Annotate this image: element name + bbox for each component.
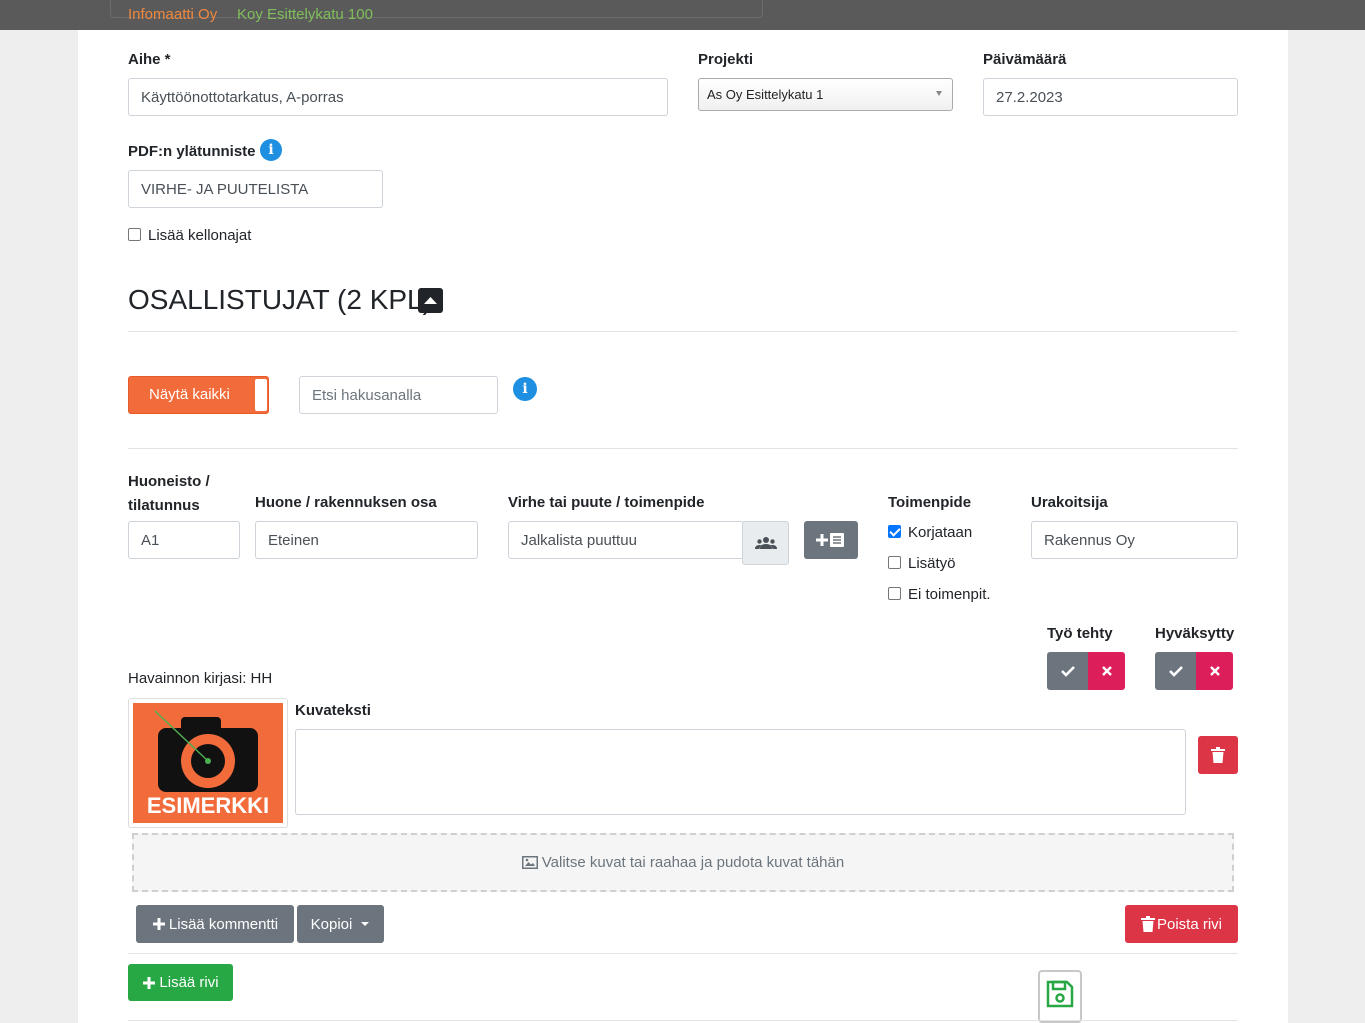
top-bar: Infomaatti Oy Koy Esittelykatu 100 [0, 0, 1365, 30]
pdf-header-input[interactable]: VIRHE- JA PUUTELISTA [128, 170, 383, 208]
project-label: Projekti [698, 51, 754, 68]
save-button[interactable] [1038, 970, 1082, 1023]
add-list-icon [816, 533, 844, 547]
divider [128, 953, 1238, 954]
delete-row-button[interactable]: Poista rivi [1125, 905, 1238, 943]
collapse-button[interactable] [418, 288, 443, 313]
add-comment-button[interactable]: Lisää kommentti [136, 905, 294, 943]
plus-icon [143, 976, 156, 989]
add-row-label: Lisää rivi [159, 974, 219, 991]
copy-dropdown-button[interactable]: Kopioi [297, 905, 384, 943]
show-all-toggle[interactable]: Näytä kaikki [128, 376, 269, 414]
divider [128, 448, 1238, 449]
action-label-korjataan: Korjataan [908, 524, 973, 541]
trash-icon [1211, 747, 1225, 763]
apartment-input[interactable]: A1 [128, 521, 240, 559]
add-row-button[interactable]: Lisää rivi [128, 964, 233, 1001]
caret-down-icon [361, 922, 370, 926]
apartment-label-line2: tilatunnus [128, 497, 200, 514]
select-people-button[interactable] [742, 521, 789, 565]
check-icon [1060, 666, 1075, 677]
subject-label: Aihe * [128, 51, 171, 68]
pdf-header-label: PDF:n ylätunniste [128, 143, 256, 160]
work-done-no-button[interactable] [1088, 652, 1125, 690]
approved-no-button[interactable] [1196, 652, 1233, 690]
room-input[interactable]: Eteinen [255, 521, 478, 559]
action-label-lisatyo: Lisätyö [908, 555, 956, 572]
date-label: Päivämäärä [983, 51, 1067, 68]
work-done-yes-button[interactable] [1047, 652, 1088, 690]
image-caption-textarea[interactable] [295, 729, 1186, 815]
action-checkbox-lisatyo[interactable] [888, 556, 901, 569]
image-watermark-text: ESIMERKKI [146, 793, 270, 818]
close-icon [1101, 666, 1112, 676]
plus-icon [152, 918, 165, 930]
participant-search-input[interactable]: Etsi hakusanalla [299, 376, 498, 414]
divider [128, 331, 1238, 332]
action-label-ei-toimenpit: Ei toimenpit. [908, 586, 991, 603]
contractor-input[interactable]: Rakennus Oy [1031, 521, 1238, 559]
image-dropzone[interactable]: Valitse kuvat tai raahaa ja pudota kuvat… [132, 833, 1234, 892]
contractor-label: Urakoitsija [1031, 494, 1108, 511]
image-icon [521, 856, 538, 869]
approved-label: Hyväksytty [1155, 625, 1235, 642]
divider [128, 1020, 1238, 1021]
participants-heading: OSALLISTUJAT (2 KPL) [128, 284, 432, 315]
delete-row-label: Poista rivi [1156, 915, 1223, 933]
show-all-label: Näytä kaikki [149, 386, 230, 403]
save-icon [1046, 980, 1074, 1008]
copy-label: Kopioi [310, 915, 353, 933]
dropzone-text: Valitse kuvat tai raahaa ja pudota kuvat… [541, 854, 845, 871]
defect-input[interactable]: Jalkalista puuttuu [508, 521, 744, 559]
caret-up-icon [424, 297, 437, 304]
add-list-button[interactable] [804, 521, 858, 559]
date-input[interactable]: 27.2.2023 [983, 78, 1238, 116]
form-panel: Aihe * Käyttöönottotarkatus, A-porras Pr… [78, 30, 1288, 1023]
recorded-by: Havainnon kirjasi: HH [128, 670, 273, 687]
company-name[interactable]: Infomaatti Oy [128, 6, 217, 23]
defect-label: Virhe tai puute / toimenpide [508, 494, 705, 511]
apartment-label-line1: Huoneisto / [128, 473, 210, 490]
room-label: Huone / rakennuksen osa [255, 494, 437, 511]
caret-down-icon [936, 91, 942, 96]
users-icon [754, 537, 777, 549]
trash-icon [1140, 916, 1155, 932]
check-icon [1168, 666, 1183, 677]
info-icon[interactable]: i [513, 377, 537, 401]
add-times-label: Lisää kellonajat [148, 227, 252, 244]
project-select-value: As Oy Esittelykatu 1 [707, 87, 824, 102]
add-comment-label: Lisää kommentti [168, 915, 279, 933]
info-icon[interactable]: i [260, 139, 282, 161]
image-caption-label: Kuvateksti [295, 702, 371, 719]
delete-image-button[interactable] [1198, 736, 1238, 774]
approved-yes-button[interactable] [1155, 652, 1196, 690]
close-icon [1209, 666, 1220, 676]
add-times-checkbox[interactable] [128, 228, 141, 241]
subject-input[interactable]: Käyttöönottotarkatus, A-porras [128, 78, 668, 116]
action-checkbox-korjataan[interactable] [888, 525, 901, 538]
image-thumbnail[interactable]: ESIMERKKI [128, 698, 288, 828]
apartment-label: Huoneisto / tilatunnus [128, 470, 210, 518]
action-checkbox-ei-toimenpit[interactable] [888, 587, 901, 600]
project-select[interactable]: As Oy Esittelykatu 1 [698, 78, 953, 111]
work-done-label: Työ tehty [1047, 625, 1113, 642]
property-name[interactable]: Koy Esittelykatu 100 [237, 6, 373, 23]
action-label: Toimenpide [888, 494, 972, 511]
toggle-knob[interactable] [255, 379, 267, 411]
